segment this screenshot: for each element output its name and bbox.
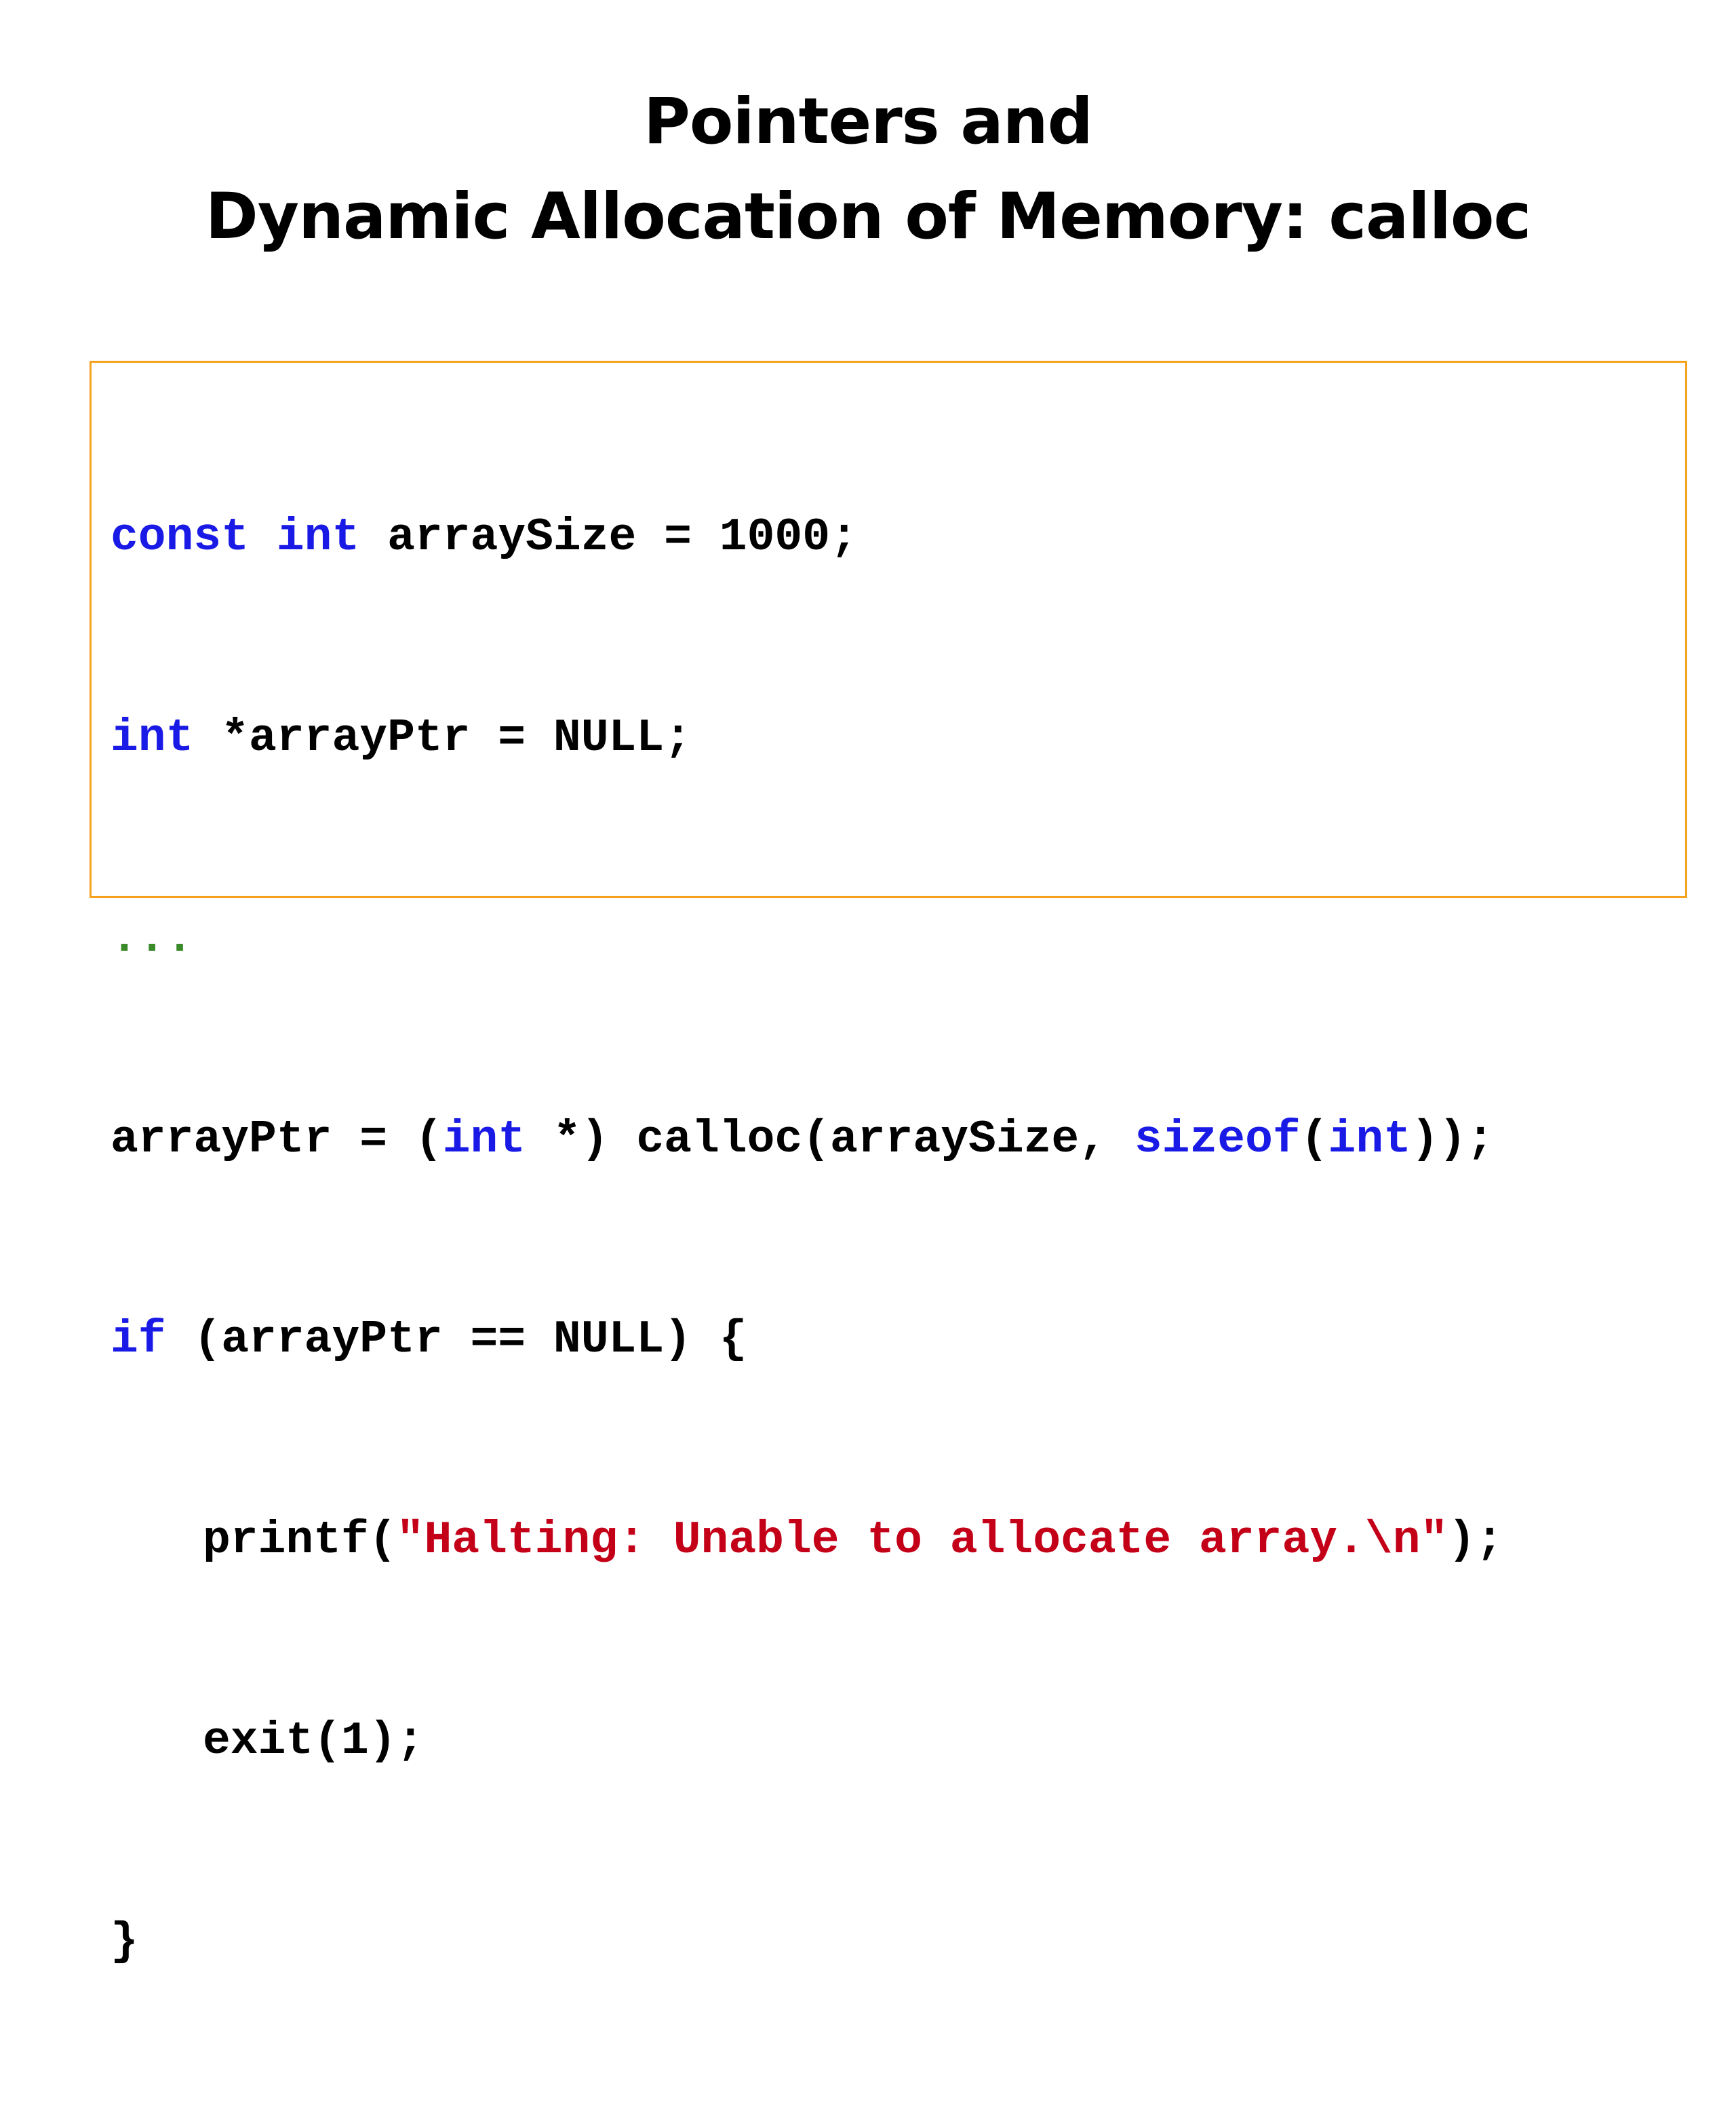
keyword-if: if (111, 1314, 166, 1366)
code-line-8: } (111, 1909, 1503, 1976)
string-literal: "Halting: Unable to allocate array.\n" (396, 1514, 1448, 1567)
code-line-7: exit(1); (111, 1708, 1503, 1775)
code-line-4: arrayPtr = (int *) calloc(arraySize, siz… (111, 1107, 1503, 1174)
keyword-sizeof: sizeof (1134, 1113, 1301, 1166)
keyword-const: const (111, 511, 250, 564)
code-text: arrayPtr = ( (111, 1113, 443, 1166)
code-line-3: ... (111, 906, 1503, 973)
code-text: exit(1); (203, 1714, 425, 1767)
code-text: (arrayPtr == NULL) { (165, 1314, 747, 1366)
keyword-int: int (442, 1113, 526, 1166)
code-text: *) calloc(arraySize, (526, 1113, 1135, 1166)
code-line-2: int *arrayPtr = NULL; (111, 705, 1503, 772)
code-ellipsis: ... (111, 912, 194, 965)
code-line-5: if (arrayPtr == NULL) { (111, 1307, 1503, 1374)
keyword-int: int (276, 511, 360, 564)
keyword-int: int (1328, 1113, 1411, 1166)
keyword-int: int (111, 711, 194, 764)
title-line-1: Pointers and (644, 85, 1093, 159)
code-text: } (111, 1915, 138, 1968)
code-text: *arrayPtr = NULL; (193, 711, 692, 764)
code-line-6: printf("Halting: Unable to allocate arra… (111, 1507, 1503, 1575)
code-box: const int arraySize = 1000; int *arrayPt… (90, 361, 1687, 1968)
code-text: printf( (203, 1514, 397, 1567)
code-block: const int arraySize = 1000; int *arrayPt… (111, 371, 1503, 2109)
code-text: arraySize = 1000; (359, 511, 858, 564)
slide-title: Pointers and Dynamic Allocation of Memor… (0, 75, 1736, 264)
code-text: ); (1448, 1514, 1503, 1567)
code-line-1: const int arraySize = 1000; (111, 505, 1503, 572)
slide: Pointers and Dynamic Allocation of Memor… (0, 0, 1736, 1968)
code-text: ( (1300, 1113, 1328, 1166)
code-text: )); (1410, 1113, 1495, 1166)
title-line-2: Dynamic Allocation of Memory: calloc (205, 180, 1531, 254)
